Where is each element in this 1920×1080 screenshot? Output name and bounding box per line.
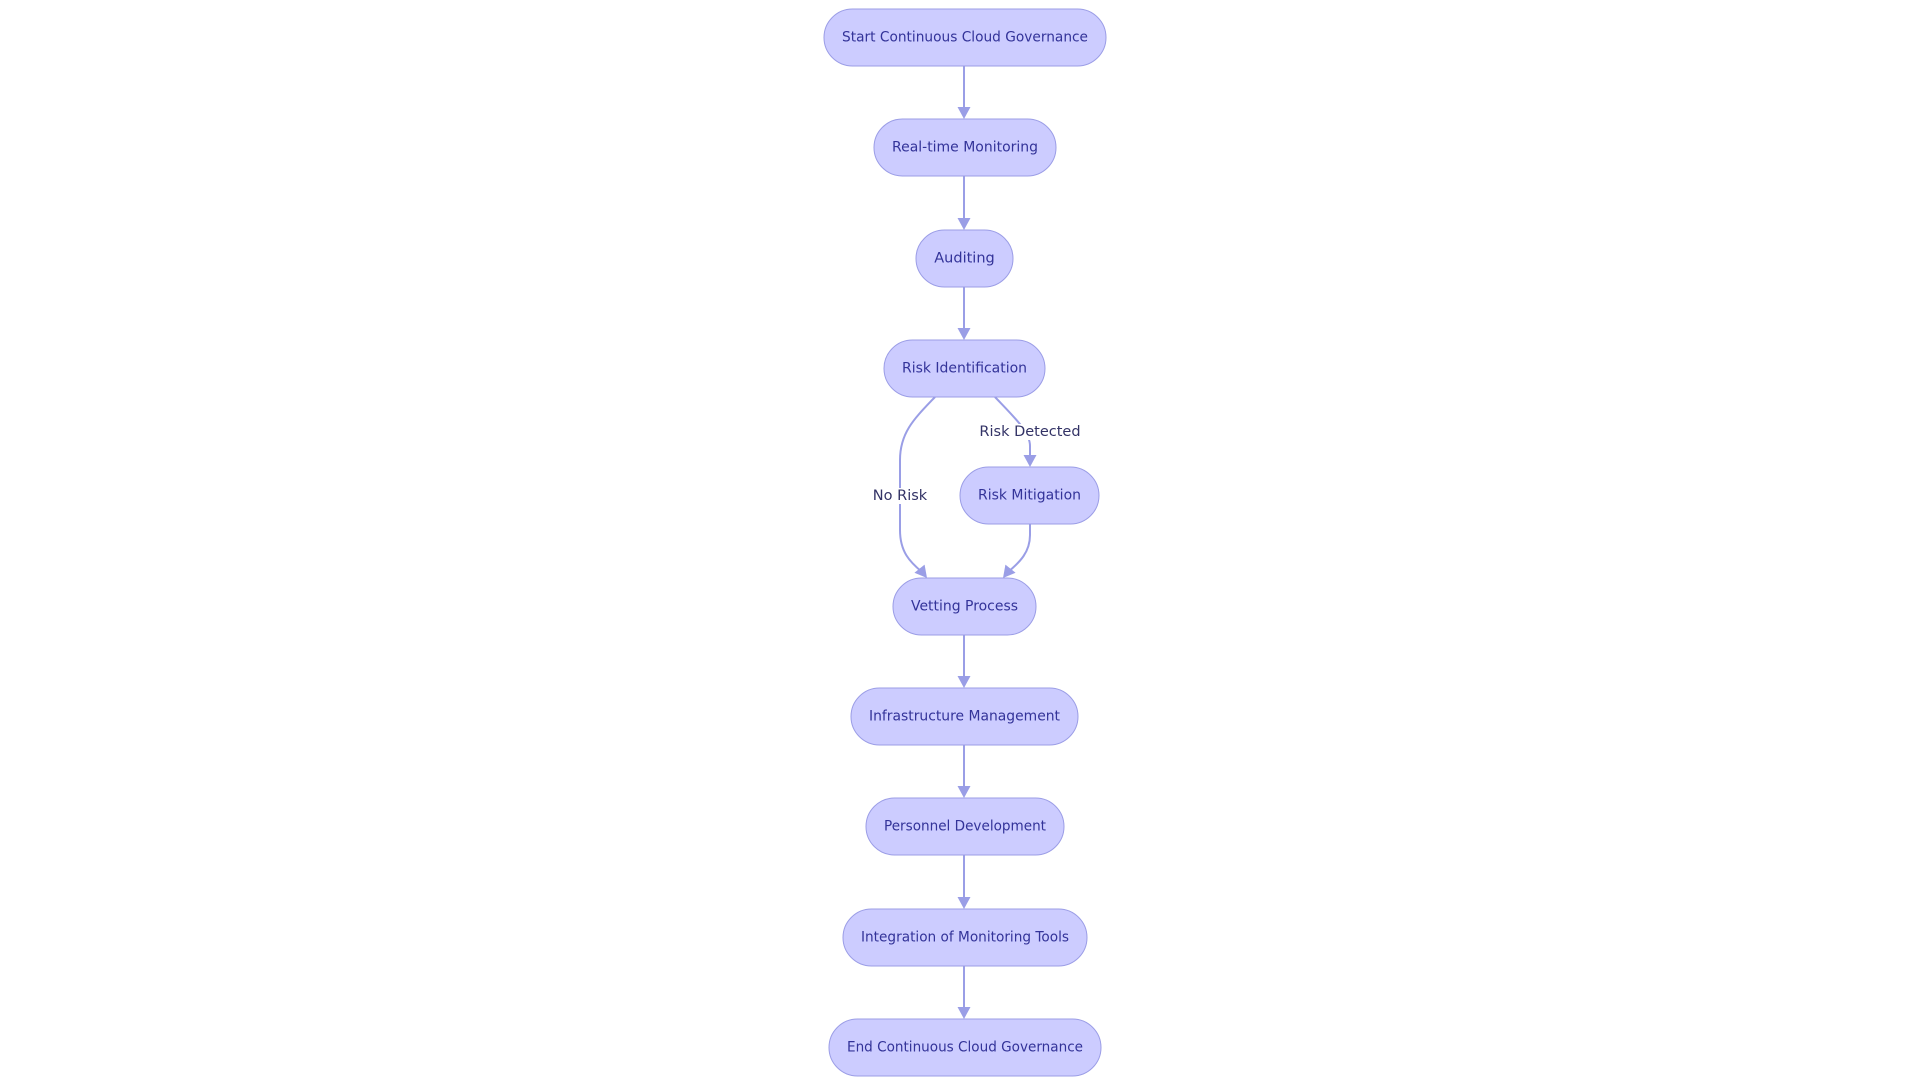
edges-layer xyxy=(899,66,1037,1019)
node-start: Start Continuous Cloud Governance xyxy=(823,8,1107,67)
node-label: Risk Mitigation xyxy=(978,488,1081,504)
node-risk-id: Risk Identification xyxy=(883,339,1046,398)
node-label: Auditing xyxy=(934,251,994,267)
node-vetting: Vetting Process xyxy=(892,577,1037,636)
node-risk-mit: Risk Mitigation xyxy=(959,466,1100,525)
node-auditing: Auditing xyxy=(915,229,1014,288)
node-personnel: Personnel Development xyxy=(865,797,1065,856)
arrowhead-icon xyxy=(1023,455,1037,467)
node-label: Start Continuous Cloud Governance xyxy=(842,30,1088,46)
node-label: Risk Identification xyxy=(902,361,1027,377)
arrowhead-icon xyxy=(957,107,971,119)
node-end: End Continuous Cloud Governance xyxy=(828,1018,1102,1077)
arrowhead-icon xyxy=(957,897,971,909)
arrowhead-icon xyxy=(957,218,971,230)
arrowhead-icon xyxy=(957,1007,971,1019)
node-label: Infrastructure Management xyxy=(869,709,1060,725)
edge-label: No Risk xyxy=(871,488,929,504)
arrowhead-icon xyxy=(957,676,971,688)
node-label: End Continuous Cloud Governance xyxy=(847,1040,1083,1056)
node-infra: Infrastructure Management xyxy=(850,687,1079,746)
node-label: Vetting Process xyxy=(911,599,1018,615)
node-integration: Integration of Monitoring Tools xyxy=(842,908,1088,967)
arrowhead-icon xyxy=(957,328,971,340)
edge-risk_mit-to-vetting xyxy=(1007,524,1031,573)
edge-label: Risk Detected xyxy=(978,424,1082,440)
edge-label-text: No Risk xyxy=(873,488,928,504)
node-monitoring: Real-time Monitoring xyxy=(873,118,1057,177)
nodes-layer: Start Continuous Cloud Governance Real-ti… xyxy=(823,8,1107,1077)
node-label: Integration of Monitoring Tools xyxy=(861,930,1069,946)
node-label: Real-time Monitoring xyxy=(892,140,1038,156)
edge-label-text: Risk Detected xyxy=(979,424,1080,440)
edge-risk_id-to-vetting xyxy=(899,396,936,573)
arrowhead-icon xyxy=(957,786,971,798)
node-label: Personnel Development xyxy=(884,819,1046,835)
flowchart: Start Continuous Cloud Governance Real-ti… xyxy=(823,8,1107,1077)
